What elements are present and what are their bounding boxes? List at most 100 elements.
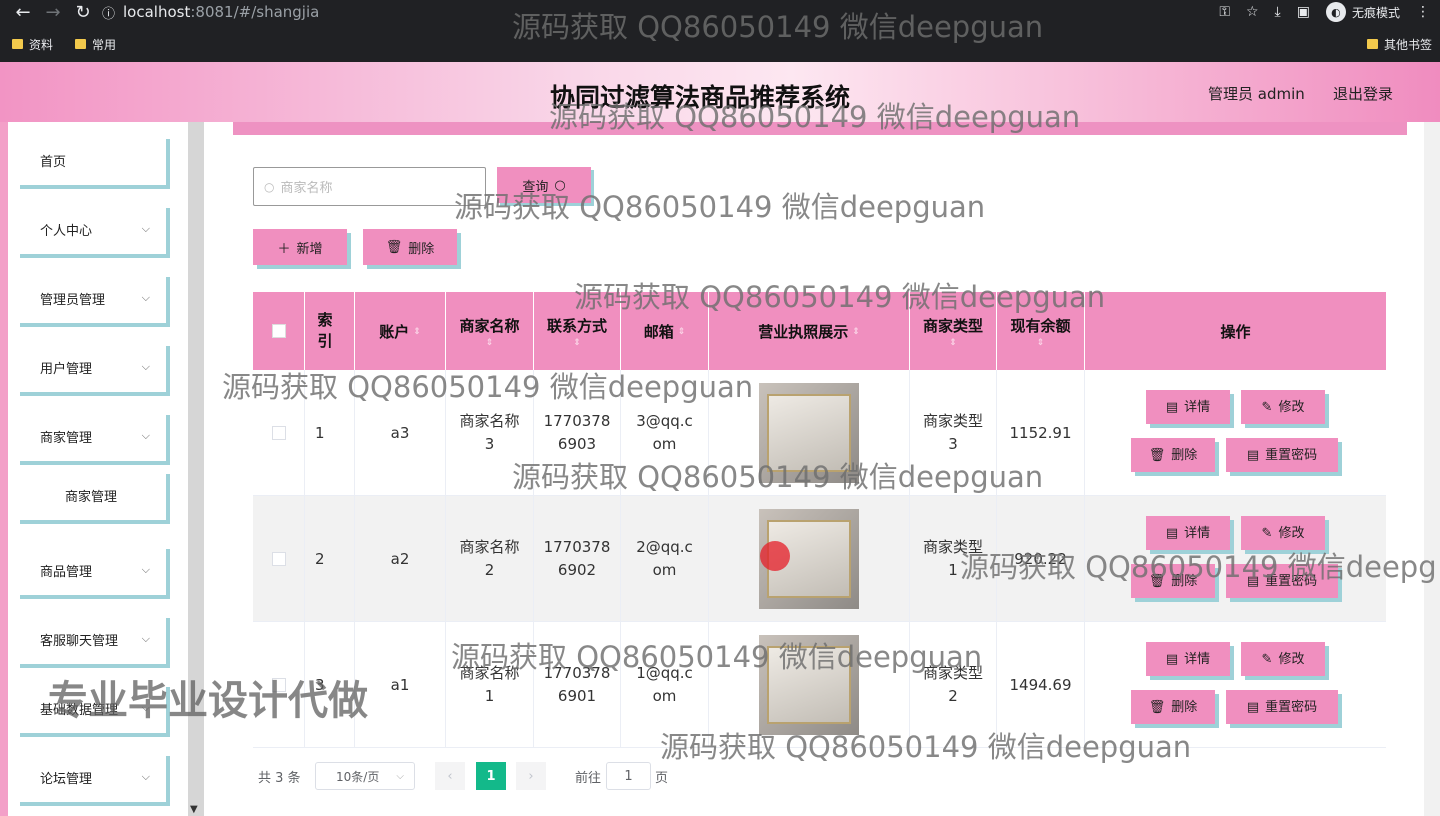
detail-button[interactable]: ▤ 详情 (1146, 642, 1230, 676)
col-account[interactable]: 账户 ⇕ (355, 292, 446, 370)
phone-cell: 17703786901 (534, 622, 621, 748)
sort-icon[interactable]: ⇕ (573, 338, 581, 348)
col-license[interactable]: 营业执照展示 ⇕ (709, 292, 910, 370)
row-select-cell (253, 496, 305, 622)
delete-button[interactable]: 🗑 删除 (1131, 438, 1215, 472)
col-merchant-name[interactable]: 商家名称 ⇕ (446, 292, 534, 370)
bookmark-folder[interactable]: 资料 (12, 36, 53, 53)
row-checkbox[interactable] (271, 426, 286, 440)
col-index[interactable]: 索引 (305, 292, 355, 370)
sidebar-item-label: 用户管理 (40, 361, 93, 377)
bookmark-folder[interactable]: 常用 (75, 36, 116, 53)
select-all-checkbox[interactable] (271, 324, 286, 338)
incognito-indicator[interactable]: ◐ 无痕模式 (1325, 2, 1400, 22)
sidebar-item-admin-mgmt[interactable]: 管理员管理 ⌵ (16, 273, 166, 323)
col-email[interactable]: 邮箱 ⇕ (621, 292, 709, 370)
current-page[interactable]: 1 (476, 762, 506, 790)
delete-label: 删除 (408, 241, 435, 257)
sidebar-item-user-mgmt[interactable]: 用户管理 ⌵ (16, 342, 166, 392)
key-icon[interactable]: ⚿ (1219, 4, 1230, 20)
row-checkbox[interactable] (271, 552, 286, 566)
sort-icon[interactable]: ⇕ (486, 338, 494, 348)
col-label: 商家类型 (922, 316, 983, 335)
sort-icon[interactable]: ⇕ (678, 327, 686, 337)
col-merchant-type[interactable]: 商家类型 ⇕ (910, 292, 997, 370)
search-icon: ○ (554, 177, 566, 193)
info-icon[interactable]: ⓘ (102, 3, 115, 22)
reset-password-button[interactable]: ▤ 重置密码 (1226, 564, 1338, 598)
col-label: 索引 (317, 311, 333, 350)
folder-icon (75, 39, 87, 49)
logout-link[interactable]: 退出登录 (1333, 83, 1393, 104)
sort-icon[interactable]: ⇕ (413, 327, 421, 337)
edit-button[interactable]: ✎ 修改 (1241, 642, 1325, 676)
actions-cell: ▤ 详情 ✎ 修改 🗑 删除 ▤ 重置密码 (1085, 622, 1386, 748)
delete-button[interactable]: 🗑 删除 (1131, 564, 1215, 598)
browser-actions: ⚿ ☆ ⤓ ▣ ◐ 无痕模式 ⋮ (1219, 2, 1430, 22)
sidebar-item-label: 论坛管理 (40, 771, 93, 787)
sort-icon[interactable]: ⇕ (949, 338, 957, 348)
col-label: 联系方式 (546, 316, 607, 335)
table-row: 2 a2 商家名称2 17703786902 2@qq.com 商家类型1 92… (253, 496, 1386, 622)
reload-icon[interactable]: ↻ (68, 2, 98, 23)
select-all-cell (253, 292, 305, 370)
delete-label: 删除 (1171, 447, 1198, 463)
merchant-name-search-input[interactable]: ○ 商家名称 (253, 167, 486, 206)
sort-icon[interactable]: ⇕ (852, 327, 860, 337)
search-icon: ○ (264, 179, 275, 194)
download-icon[interactable]: ⤓ (1275, 4, 1281, 20)
edit-button[interactable]: ✎ 修改 (1241, 516, 1325, 550)
menu-dots-icon[interactable]: ⋮ (1416, 4, 1430, 20)
query-button[interactable]: 查询 ○ (497, 167, 591, 203)
incognito-icon: ◐ (1325, 2, 1346, 22)
edit-icon: ✎ (1261, 651, 1273, 667)
balance-cell: 1152.91 (997, 370, 1085, 496)
index-cell: 2 (305, 496, 355, 622)
sidebar-item-chat-mgmt[interactable]: 客服聊天管理 ⌵ (16, 614, 166, 664)
sidebar-item-forum[interactable]: 论坛管理 ⌵ (16, 752, 166, 802)
delete-button[interactable]: 🗑 删除 (1131, 690, 1215, 724)
actions-cell: ▤ 详情 ✎ 修改 🗑 删除 ▤ 重置密码 (1085, 496, 1386, 622)
content-scrollbar[interactable] (1424, 122, 1440, 816)
reset-password-button[interactable]: ▤ 重置密码 (1226, 690, 1338, 724)
sidebar-item-profile[interactable]: 个人中心 ⌵ (16, 204, 166, 254)
sidebar-item-home[interactable]: 首页 (16, 135, 166, 185)
phone-cell: 17703786902 (534, 496, 621, 622)
col-label: 操作 (1220, 322, 1251, 341)
sidepanel-icon[interactable]: ▣ (1297, 4, 1310, 20)
edit-label: 修改 (1278, 399, 1305, 415)
sidebar-item-label: 商家管理 (64, 489, 117, 505)
license-image[interactable] (759, 383, 859, 483)
trash-icon: 🗑 (385, 239, 403, 255)
sort-icon[interactable]: ⇕ (1037, 338, 1045, 348)
star-icon[interactable]: ☆ (1246, 4, 1259, 20)
sidebar-subitem-merchant[interactable]: 商家管理 (16, 470, 166, 520)
address-bar-row: ← → ↻ ⓘ localhost:8081/#/shangjia ⚿ ☆ ⤓ … (0, 0, 1440, 24)
col-balance[interactable]: 现有余额 ⇕ (997, 292, 1085, 370)
trash-icon: 🗑 (1148, 573, 1166, 589)
detail-button[interactable]: ▤ 详情 (1146, 390, 1230, 424)
merchant-type-cell: 商家类型2 (910, 622, 997, 748)
other-bookmarks[interactable]: 其他书签 (1366, 36, 1432, 53)
page-size-select[interactable]: 10条/页 ⌵ (315, 762, 415, 790)
sidebar-item-merchant-mgmt[interactable]: 商家管理 ⌵ (16, 411, 166, 461)
next-page-button[interactable]: › (516, 762, 546, 790)
sidebar-item-product-mgmt[interactable]: 商品管理 ⌵ (16, 545, 166, 595)
back-icon[interactable]: ← (8, 2, 38, 23)
forward-icon[interactable]: → (38, 2, 68, 23)
goto-page-input[interactable]: 1 (606, 762, 651, 790)
table-row: 3 a1 商家名称1 17703786901 1@qq.com 商家类型2 14… (253, 622, 1386, 748)
prev-page-button[interactable]: ‹ (435, 762, 465, 790)
url-host: localhost (123, 3, 191, 21)
account-cell: a2 (355, 496, 446, 622)
license-image[interactable] (759, 635, 859, 735)
edit-button[interactable]: ✎ 修改 (1241, 390, 1325, 424)
url-field[interactable]: ⓘ localhost:8081/#/shangjia (102, 3, 319, 22)
scroll-down-icon[interactable]: ▼ (190, 804, 198, 815)
batch-delete-button[interactable]: 🗑 删除 (363, 229, 457, 265)
add-button[interactable]: ＋ 新增 (253, 229, 347, 265)
reset-password-button[interactable]: ▤ 重置密码 (1226, 438, 1338, 472)
detail-button[interactable]: ▤ 详情 (1146, 516, 1230, 550)
account-cell: a3 (355, 370, 446, 496)
col-contact[interactable]: 联系方式 ⇕ (534, 292, 621, 370)
